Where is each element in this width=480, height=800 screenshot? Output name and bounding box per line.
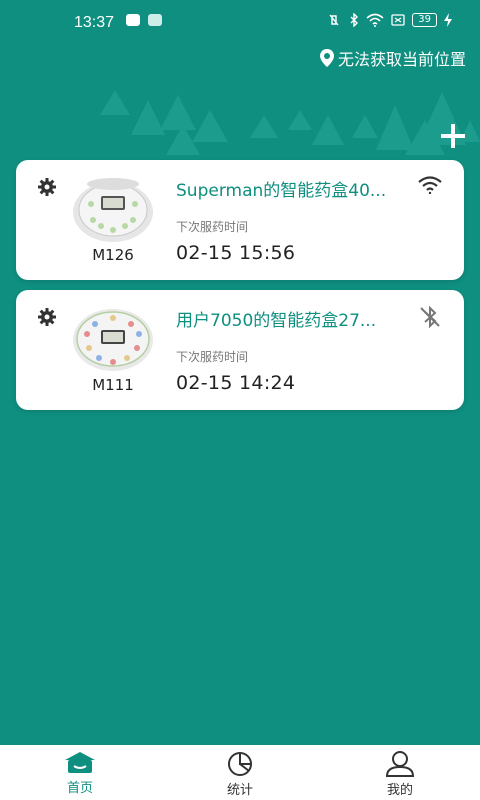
settings-gear-icon[interactable] [38,308,56,326]
location-indicator[interactable]: 无法获取当前位置 [319,46,466,70]
notification-message-icon [148,14,162,26]
vibrate-off-icon [329,14,339,26]
next-dose-label: 下次服药时间 [176,350,249,364]
device-card[interactable]: M111 用户7050的智能药盒27... 下次服药时间 02-15 14:24 [16,290,464,410]
device-name[interactable]: Superman的智能药盒40... [176,176,414,201]
device-name[interactable]: 用户7050的智能药盒27... [176,306,414,331]
wifi-status-icon [366,13,384,27]
tab-home[interactable]: 首页 [20,745,140,796]
next-dose-time: 02-15 15:56 [176,242,296,264]
location-pin-icon [319,49,334,67]
status-bar: 13:37 39 [0,0,480,46]
next-dose-time: 02-15 14:24 [176,372,296,394]
charging-icon [444,13,452,27]
bottom-tab-bar: 首页 统计 我的 [0,745,480,800]
plus-icon [441,124,465,148]
device-card[interactable]: M126 Superman的智能药盒40... 下次服药时间 02-15 15:… [16,160,464,280]
tab-label: 首页 [66,781,93,796]
sim-icon [391,14,405,26]
bluetooth-icon [350,13,359,27]
device-model: M111 [92,376,134,394]
pill-box-image [73,309,153,371]
notification-app-icon [126,14,140,26]
add-device-button[interactable] [438,121,468,151]
wifi-icon [418,176,442,194]
home-icon [65,752,95,773]
device-model: M126 [92,246,134,264]
next-dose-label: 下次服药时间 [176,220,249,234]
status-notification-icons [126,14,162,26]
tab-profile[interactable]: 我的 [340,745,460,798]
location-text: 无法获取当前位置 [337,50,466,69]
user-icon [385,751,415,777]
battery-level: 39 [412,13,437,27]
status-indicators: 39 [326,13,452,27]
settings-gear-icon[interactable] [38,178,56,196]
pie-chart-icon [228,752,252,776]
status-time: 13:37 [74,14,115,31]
bluetooth-off-icon [420,306,440,328]
tab-label: 统计 [226,783,253,798]
pill-box-image [73,178,153,242]
tab-label: 我的 [386,783,413,798]
forest-decoration [100,90,480,155]
tab-statistics[interactable]: 统计 [180,745,300,798]
